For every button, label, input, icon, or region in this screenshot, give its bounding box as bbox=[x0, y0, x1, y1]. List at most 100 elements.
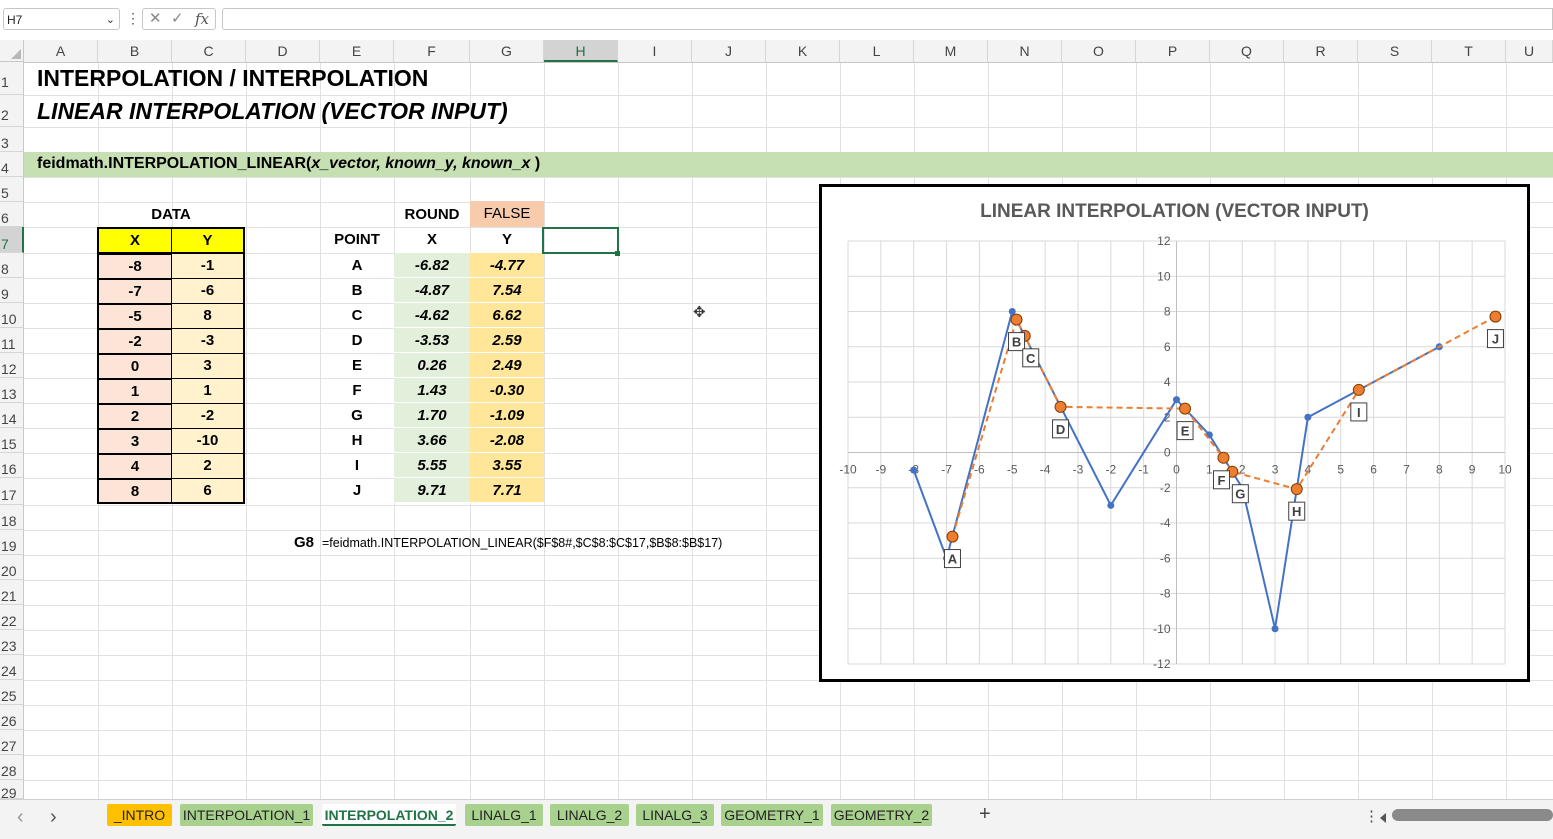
point-y-cell[interactable]: 7.71 bbox=[470, 478, 544, 503]
data-x-cell[interactable]: -5 bbox=[97, 303, 172, 329]
more-options-icon[interactable]: ⋮ bbox=[1364, 807, 1379, 825]
row-header-5[interactable]: 5 bbox=[0, 177, 24, 202]
point-label[interactable]: H bbox=[320, 428, 394, 453]
row-header-18[interactable]: 18 bbox=[0, 505, 24, 530]
data-x-cell[interactable]: 8 bbox=[97, 478, 172, 504]
column-header-i[interactable]: I bbox=[618, 40, 692, 62]
column-header-q[interactable]: Q bbox=[1210, 40, 1284, 62]
column-header-c[interactable]: C bbox=[172, 40, 246, 62]
data-x-header[interactable]: X bbox=[97, 227, 172, 253]
name-box[interactable]: H7 ⌄ bbox=[3, 8, 120, 30]
tab-intro[interactable]: _INTRO bbox=[107, 804, 172, 826]
round-value[interactable]: FALSE bbox=[470, 201, 544, 227]
chevron-down-icon[interactable]: ⌄ bbox=[106, 9, 115, 31]
next-sheet-icon[interactable]: › bbox=[50, 806, 57, 829]
row-header-6[interactable]: 6 bbox=[0, 202, 24, 227]
point-y-cell[interactable]: -0.30 bbox=[470, 378, 544, 403]
row-header-13[interactable]: 13 bbox=[0, 378, 24, 403]
point-y-cell[interactable]: -4.77 bbox=[470, 253, 544, 278]
point-label[interactable]: B bbox=[320, 278, 394, 303]
point-label[interactable]: F bbox=[320, 378, 394, 403]
data-y-cell[interactable]: 6 bbox=[171, 478, 245, 504]
row-header-28[interactable]: 28 bbox=[0, 755, 24, 780]
data-y-cell[interactable]: -6 bbox=[171, 278, 245, 304]
data-x-cell[interactable]: 1 bbox=[97, 378, 172, 404]
row-header-24[interactable]: 24 bbox=[0, 655, 24, 680]
data-x-cell[interactable]: 3 bbox=[97, 428, 172, 454]
fx-icon[interactable]: fx bbox=[195, 9, 209, 29]
column-header-t[interactable]: T bbox=[1432, 40, 1506, 62]
column-header-d[interactable]: D bbox=[246, 40, 320, 62]
point-label[interactable]: C bbox=[320, 303, 394, 328]
tab-geometry-2[interactable]: GEOMETRY_2 bbox=[831, 804, 932, 826]
row-header-21[interactable]: 21 bbox=[0, 580, 24, 605]
column-header-h[interactable]: H bbox=[544, 40, 618, 62]
point-x-cell[interactable]: 1.70 bbox=[394, 403, 470, 428]
row-header-12[interactable]: 12 bbox=[0, 353, 24, 378]
point-x-cell[interactable]: -4.62 bbox=[394, 303, 470, 328]
point-x-cell[interactable]: 3.66 bbox=[394, 428, 470, 453]
point-label[interactable]: E bbox=[320, 353, 394, 378]
more-icon[interactable]: ⋮ bbox=[126, 10, 140, 27]
column-header-e[interactable]: E bbox=[320, 40, 394, 62]
row-header-27[interactable]: 27 bbox=[0, 730, 24, 755]
data-y-cell[interactable]: -1 bbox=[171, 253, 245, 279]
data-x-cell[interactable]: 2 bbox=[97, 403, 172, 429]
point-label[interactable]: G bbox=[320, 403, 394, 428]
data-x-cell[interactable]: 0 bbox=[97, 353, 172, 379]
column-header-s[interactable]: S bbox=[1358, 40, 1432, 62]
tab-linalg-1[interactable]: LINALG_1 bbox=[465, 804, 543, 826]
row-header-9[interactable]: 9 bbox=[0, 278, 24, 303]
point-y-cell[interactable]: 3.55 bbox=[470, 453, 544, 478]
scroll-left-icon[interactable] bbox=[1380, 813, 1386, 823]
point-x-cell[interactable]: 0.26 bbox=[394, 353, 470, 378]
tab-geometry-1[interactable]: GEOMETRY_1 bbox=[721, 804, 823, 826]
data-x-cell[interactable]: -2 bbox=[97, 328, 172, 354]
point-x-cell[interactable]: -3.53 bbox=[394, 328, 470, 353]
data-x-cell[interactable]: -7 bbox=[97, 278, 172, 304]
row-header-2[interactable]: 2 bbox=[0, 95, 24, 127]
data-x-cell[interactable]: -8 bbox=[97, 253, 172, 279]
point-y-cell[interactable]: 2.59 bbox=[470, 328, 544, 353]
row-header-1[interactable]: 1 bbox=[0, 62, 24, 95]
point-x-cell[interactable]: 1.43 bbox=[394, 378, 470, 403]
column-header-p[interactable]: P bbox=[1136, 40, 1210, 62]
row-header-20[interactable]: 20 bbox=[0, 555, 24, 580]
point-y-cell[interactable]: -2.08 bbox=[470, 428, 544, 453]
data-y-header[interactable]: Y bbox=[171, 227, 245, 253]
column-header-l[interactable]: L bbox=[840, 40, 914, 62]
column-header-j[interactable]: J bbox=[692, 40, 766, 62]
point-x-cell[interactable]: 9.71 bbox=[394, 478, 470, 503]
point-x-cell[interactable]: -6.82 bbox=[394, 253, 470, 278]
column-header-m[interactable]: M bbox=[914, 40, 988, 62]
row-header-14[interactable]: 14 bbox=[0, 403, 24, 428]
data-y-cell[interactable]: 1 bbox=[171, 378, 245, 404]
row-header-23[interactable]: 23 bbox=[0, 630, 24, 655]
row-header-22[interactable]: 22 bbox=[0, 605, 24, 630]
data-x-cell[interactable]: 4 bbox=[97, 453, 172, 479]
column-header-b[interactable]: B bbox=[98, 40, 172, 62]
point-label[interactable]: A bbox=[320, 253, 394, 278]
row-header-17[interactable]: 17 bbox=[0, 478, 24, 505]
point-y-cell[interactable]: 6.62 bbox=[470, 303, 544, 328]
row-header-10[interactable]: 10 bbox=[0, 303, 24, 328]
fill-handle[interactable] bbox=[615, 251, 620, 256]
enter-icon[interactable]: ✓ bbox=[171, 9, 184, 29]
column-header-g[interactable]: G bbox=[470, 40, 544, 62]
data-y-cell[interactable]: 8 bbox=[171, 303, 245, 329]
column-header-r[interactable]: R bbox=[1284, 40, 1358, 62]
data-y-cell[interactable]: 3 bbox=[171, 353, 245, 379]
row-header-4[interactable]: 4 bbox=[0, 152, 24, 177]
tab-linalg-3[interactable]: LINALG_3 bbox=[636, 804, 714, 826]
row-header-26[interactable]: 26 bbox=[0, 705, 24, 730]
data-y-cell[interactable]: -3 bbox=[171, 328, 245, 354]
point-x-cell[interactable]: 5.55 bbox=[394, 453, 470, 478]
cancel-icon[interactable]: ✕ bbox=[149, 9, 162, 29]
column-header-u[interactable]: U bbox=[1506, 40, 1553, 62]
point-x-cell[interactable]: -4.87 bbox=[394, 278, 470, 303]
data-y-cell[interactable]: 2 bbox=[171, 453, 245, 479]
row-header-25[interactable]: 25 bbox=[0, 680, 24, 705]
point-y-cell[interactable]: -1.09 bbox=[470, 403, 544, 428]
point-label[interactable]: J bbox=[320, 478, 394, 503]
row-header-29[interactable]: 29 bbox=[0, 780, 24, 801]
